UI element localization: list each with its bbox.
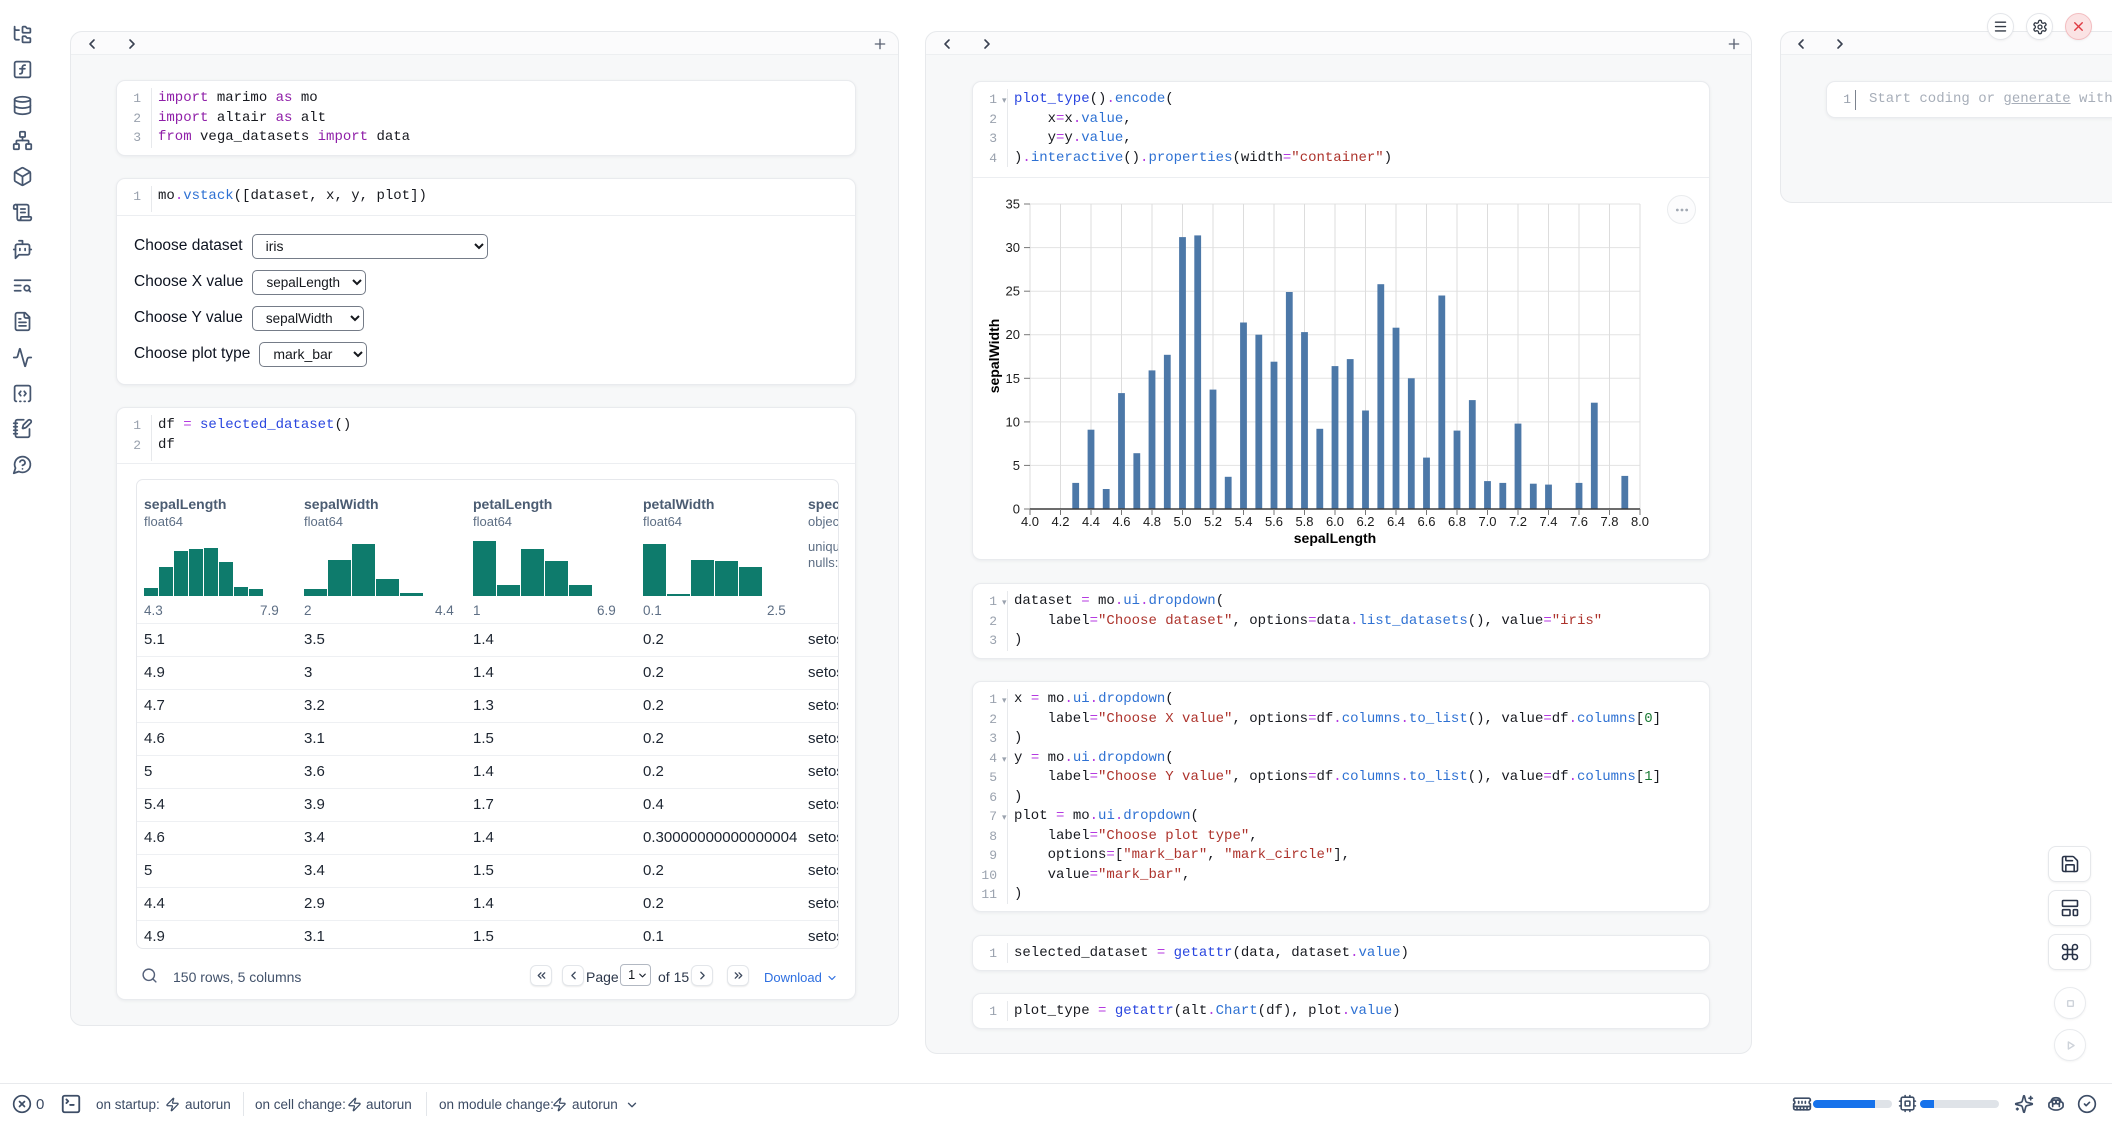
svg-text:7.2: 7.2: [1509, 514, 1527, 529]
svg-text:7.8: 7.8: [1600, 514, 1618, 529]
svg-text:4.2: 4.2: [1051, 514, 1069, 529]
svg-text:sepalWidth: sepalWidth: [986, 319, 1002, 394]
svg-text:5.0: 5.0: [1173, 514, 1191, 529]
svg-text:6.4: 6.4: [1387, 514, 1405, 529]
svg-text:4.4: 4.4: [1082, 514, 1100, 529]
svg-text:5.6: 5.6: [1265, 514, 1283, 529]
svg-text:5.2: 5.2: [1204, 514, 1222, 529]
svg-text:10: 10: [1006, 414, 1020, 429]
svg-text:4.8: 4.8: [1143, 514, 1161, 529]
svg-text:5.4: 5.4: [1234, 514, 1252, 529]
svg-text:25: 25: [1006, 284, 1020, 299]
svg-text:6.2: 6.2: [1356, 514, 1374, 529]
svg-text:35: 35: [1006, 197, 1020, 212]
svg-text:5.8: 5.8: [1295, 514, 1313, 529]
svg-text:30: 30: [1006, 240, 1020, 255]
svg-text:4.0: 4.0: [1021, 514, 1039, 529]
svg-text:sepalLength: sepalLength: [1294, 530, 1376, 546]
svg-text:4.6: 4.6: [1112, 514, 1130, 529]
svg-text:7.0: 7.0: [1478, 514, 1496, 529]
svg-text:20: 20: [1006, 327, 1020, 342]
svg-text:8.0: 8.0: [1631, 514, 1649, 529]
svg-text:7.6: 7.6: [1570, 514, 1588, 529]
svg-text:6.6: 6.6: [1417, 514, 1435, 529]
svg-text:0: 0: [1013, 502, 1020, 517]
svg-text:7.4: 7.4: [1539, 514, 1557, 529]
svg-text:15: 15: [1006, 371, 1020, 386]
svg-text:5: 5: [1013, 458, 1020, 473]
svg-text:6.8: 6.8: [1448, 514, 1466, 529]
svg-text:6.0: 6.0: [1326, 514, 1344, 529]
